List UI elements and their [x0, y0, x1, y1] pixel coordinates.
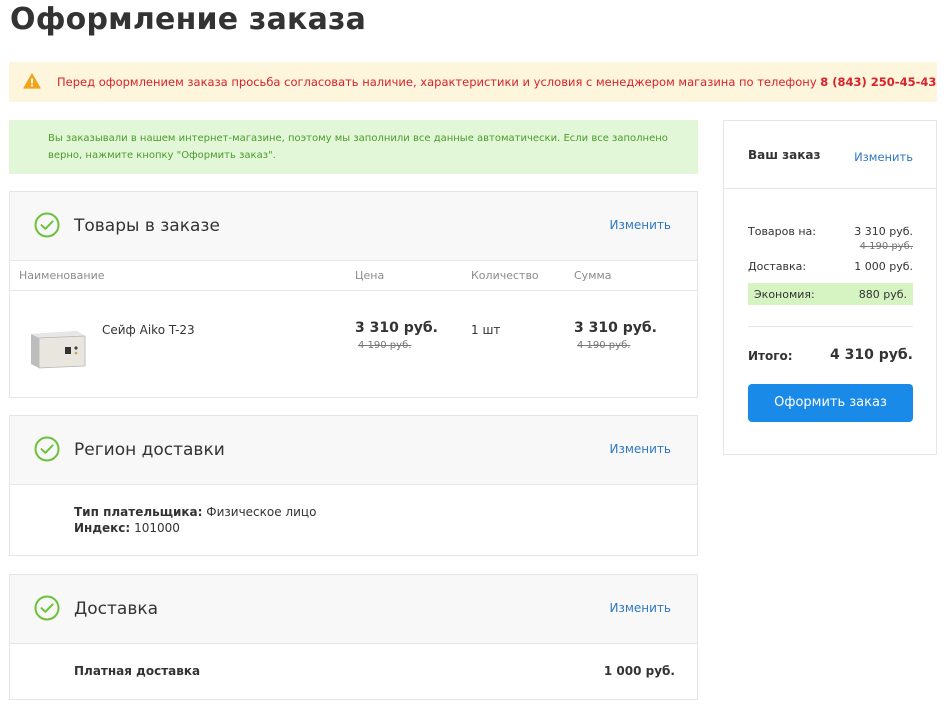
check-circle-icon	[34, 212, 60, 238]
check-circle-icon	[34, 595, 60, 621]
payer-type: Тип плательщика: Физическое лицо	[74, 505, 316, 519]
total-value: 4 310 руб.	[830, 347, 913, 363]
economy-label: Экономия:	[754, 288, 815, 301]
economy-value: 880 руб.	[858, 288, 907, 301]
payer-type-value: Физическое лицо	[206, 505, 317, 519]
place-order-button[interactable]: Оформить заказ	[748, 384, 913, 422]
column-header-name: Наименование	[19, 269, 105, 282]
warning-triangle-icon	[23, 73, 41, 89]
region-section: Регион доставки Изменить Тип плательщика…	[9, 415, 698, 556]
order-summary: Ваш заказ Изменить Товаров на: 3 310 руб…	[723, 120, 937, 455]
delivery-value: 1 000 руб.	[854, 260, 913, 273]
region-section-title: Регион доставки	[74, 440, 225, 460]
delivery-price: 1 000 руб.	[603, 664, 675, 678]
product-old-sum: 4 190 руб.	[577, 340, 631, 351]
delivery-section-title: Доставка	[74, 599, 159, 619]
delivery-label: Доставка:	[748, 260, 807, 273]
column-header-quantity: Количество	[471, 269, 539, 282]
economy-row: Экономия: 880 руб.	[748, 283, 913, 305]
order-summary-change-link[interactable]: Изменить	[854, 150, 913, 164]
product-quantity: 1 шт	[471, 323, 501, 337]
delivery-section-header: Доставка Изменить	[10, 575, 697, 644]
postal-index-value: 101000	[134, 521, 180, 535]
goods-total-label: Товаров на:	[748, 225, 817, 238]
goods-section: Товары в заказе Изменить Наименование Це…	[9, 191, 698, 398]
goods-total-old-value: 4 190 руб.	[859, 241, 913, 252]
delivery-method: Платная доставка	[74, 664, 201, 678]
check-circle-icon	[34, 436, 60, 462]
product-image[interactable]	[29, 328, 87, 370]
goods-section-header: Товары в заказе Изменить	[10, 192, 697, 261]
postal-index: Индекс: 101000	[74, 521, 180, 535]
warning-message: Перед оформлением заказа просьба согласо…	[57, 75, 817, 89]
autofill-info-banner: Вы заказывали в нашем интернет-магазине,…	[9, 120, 698, 174]
product-name[interactable]: Сейф Aiko T-23	[102, 323, 195, 337]
column-header-price: Цена	[355, 269, 385, 282]
product-old-price: 4 190 руб.	[358, 340, 412, 351]
page-title: Оформление заказа	[10, 2, 367, 37]
autofill-info-text: Вы заказывали в нашем интернет-магазине,…	[48, 133, 668, 161]
postal-index-label: Индекс:	[74, 521, 131, 535]
goods-total-value: 3 310 руб.	[854, 225, 913, 238]
warning-phone[interactable]: 8 (843) 250-45-43	[820, 75, 936, 89]
total-label: Итого:	[748, 349, 793, 363]
divider	[748, 326, 913, 327]
warning-banner: Перед оформлением заказа просьба согласо…	[9, 62, 937, 102]
product-sum: 3 310 руб.	[574, 320, 657, 336]
table-divider	[10, 290, 697, 291]
goods-section-title: Товары в заказе	[74, 216, 220, 236]
region-section-header: Регион доставки Изменить	[10, 416, 697, 485]
payer-type-label: Тип плательщика:	[74, 505, 203, 519]
region-change-link[interactable]: Изменить	[610, 442, 672, 456]
column-header-sum: Сумма	[574, 269, 612, 282]
warning-text: Перед оформлением заказа просьба согласо…	[57, 75, 936, 89]
delivery-section: Доставка Изменить Платная доставка 1 000…	[9, 574, 698, 700]
divider	[724, 188, 936, 189]
product-price: 3 310 руб.	[355, 320, 438, 336]
order-summary-title: Ваш заказ	[748, 148, 821, 162]
delivery-change-link[interactable]: Изменить	[610, 601, 672, 615]
goods-change-link[interactable]: Изменить	[610, 218, 672, 232]
